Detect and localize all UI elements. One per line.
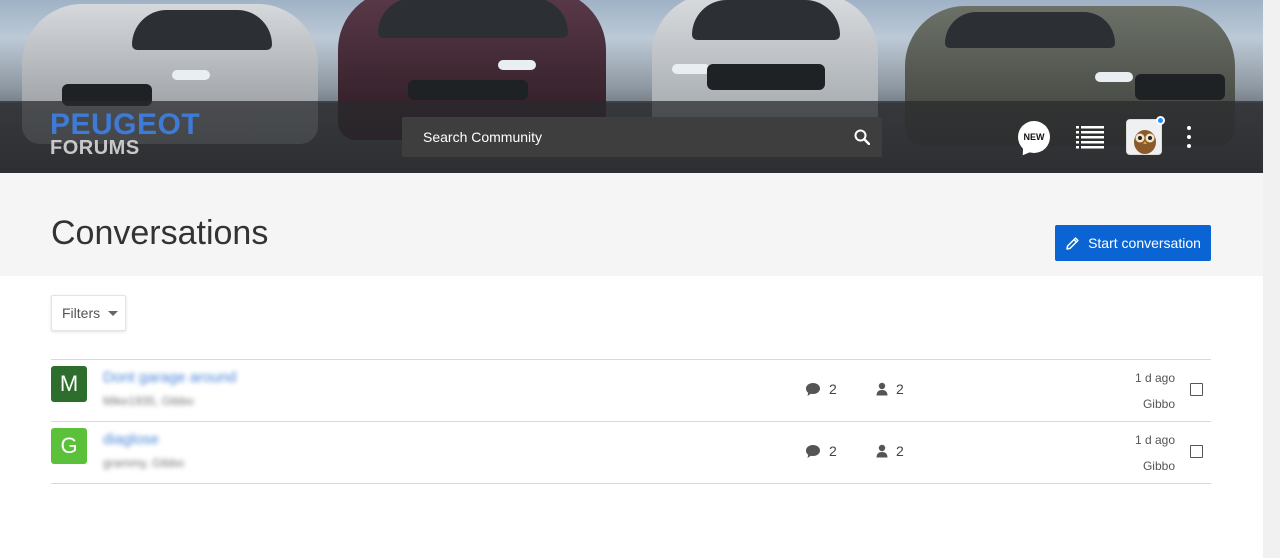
replies-count: 2 <box>805 381 837 397</box>
kebab-menu-icon[interactable] <box>1180 125 1198 149</box>
last-reply-user[interactable]: Gibbo <box>1143 397 1175 411</box>
list-lines-icon <box>1076 126 1104 149</box>
logo-text-bottom: FORUMS <box>50 137 140 159</box>
select-checkbox[interactable] <box>1190 383 1203 396</box>
participants-count: 2 <box>876 381 904 397</box>
conversation-title[interactable]: diaglose <box>103 431 159 448</box>
user-avatar[interactable] <box>1126 119 1162 155</box>
new-badge-label: NEW <box>1023 132 1045 142</box>
conversation-avatar: M <box>51 366 87 402</box>
participants-value: 2 <box>896 381 904 397</box>
conversation-row[interactable]: G diaglose grammy, Gibbo 2 2 1 d ago Gib… <box>51 422 1211 484</box>
replies-value: 2 <box>829 443 837 459</box>
participants-count: 2 <box>876 443 904 459</box>
new-posts-icon[interactable]: NEW <box>1018 121 1050 153</box>
pencil-icon <box>1066 236 1079 250</box>
conversation-list: M Dont garage around Mike1935, Gibbo 2 2… <box>51 359 1211 484</box>
page-title: Conversations <box>51 214 269 252</box>
start-conversation-button[interactable]: Start conversation <box>1055 225 1211 261</box>
search-icon <box>854 129 870 145</box>
conversation-participants-list: Mike1935, Gibbo <box>103 394 194 408</box>
replies-count: 2 <box>805 443 837 459</box>
conversation-participants-list: grammy, Gibbo <box>103 456 185 470</box>
filters-label: Filters <box>62 305 101 321</box>
search-button[interactable] <box>842 117 882 157</box>
notification-dot <box>1156 116 1165 125</box>
user-icon <box>876 382 888 396</box>
conversation-time[interactable]: 1 d ago <box>1135 433 1175 447</box>
caret-down-icon <box>108 310 119 316</box>
conversation-title[interactable]: Dont garage around <box>103 369 236 386</box>
comment-icon <box>806 444 820 458</box>
site-logo[interactable]: PEUGEOT FORUMS <box>50 108 201 159</box>
comment-icon <box>806 382 820 396</box>
owl-avatar-icon <box>1127 120 1161 154</box>
list-icon[interactable] <box>1076 125 1104 149</box>
scrollbar[interactable] <box>1263 0 1280 558</box>
conversation-row[interactable]: M Dont garage around Mike1935, Gibbo 2 2… <box>51 360 1211 422</box>
conversation-avatar: G <box>51 428 87 464</box>
conversation-time[interactable]: 1 d ago <box>1135 371 1175 385</box>
select-checkbox[interactable] <box>1190 445 1203 458</box>
last-reply-user[interactable]: Gibbo <box>1143 459 1175 473</box>
replies-value: 2 <box>829 381 837 397</box>
search-bar <box>402 117 882 157</box>
filters-dropdown[interactable]: Filters <box>51 295 126 331</box>
start-conversation-label: Start conversation <box>1088 235 1201 251</box>
participants-value: 2 <box>896 443 904 459</box>
search-input[interactable] <box>402 117 842 157</box>
logo-text-top: PEUGEOT <box>50 108 201 141</box>
user-icon <box>876 444 888 458</box>
